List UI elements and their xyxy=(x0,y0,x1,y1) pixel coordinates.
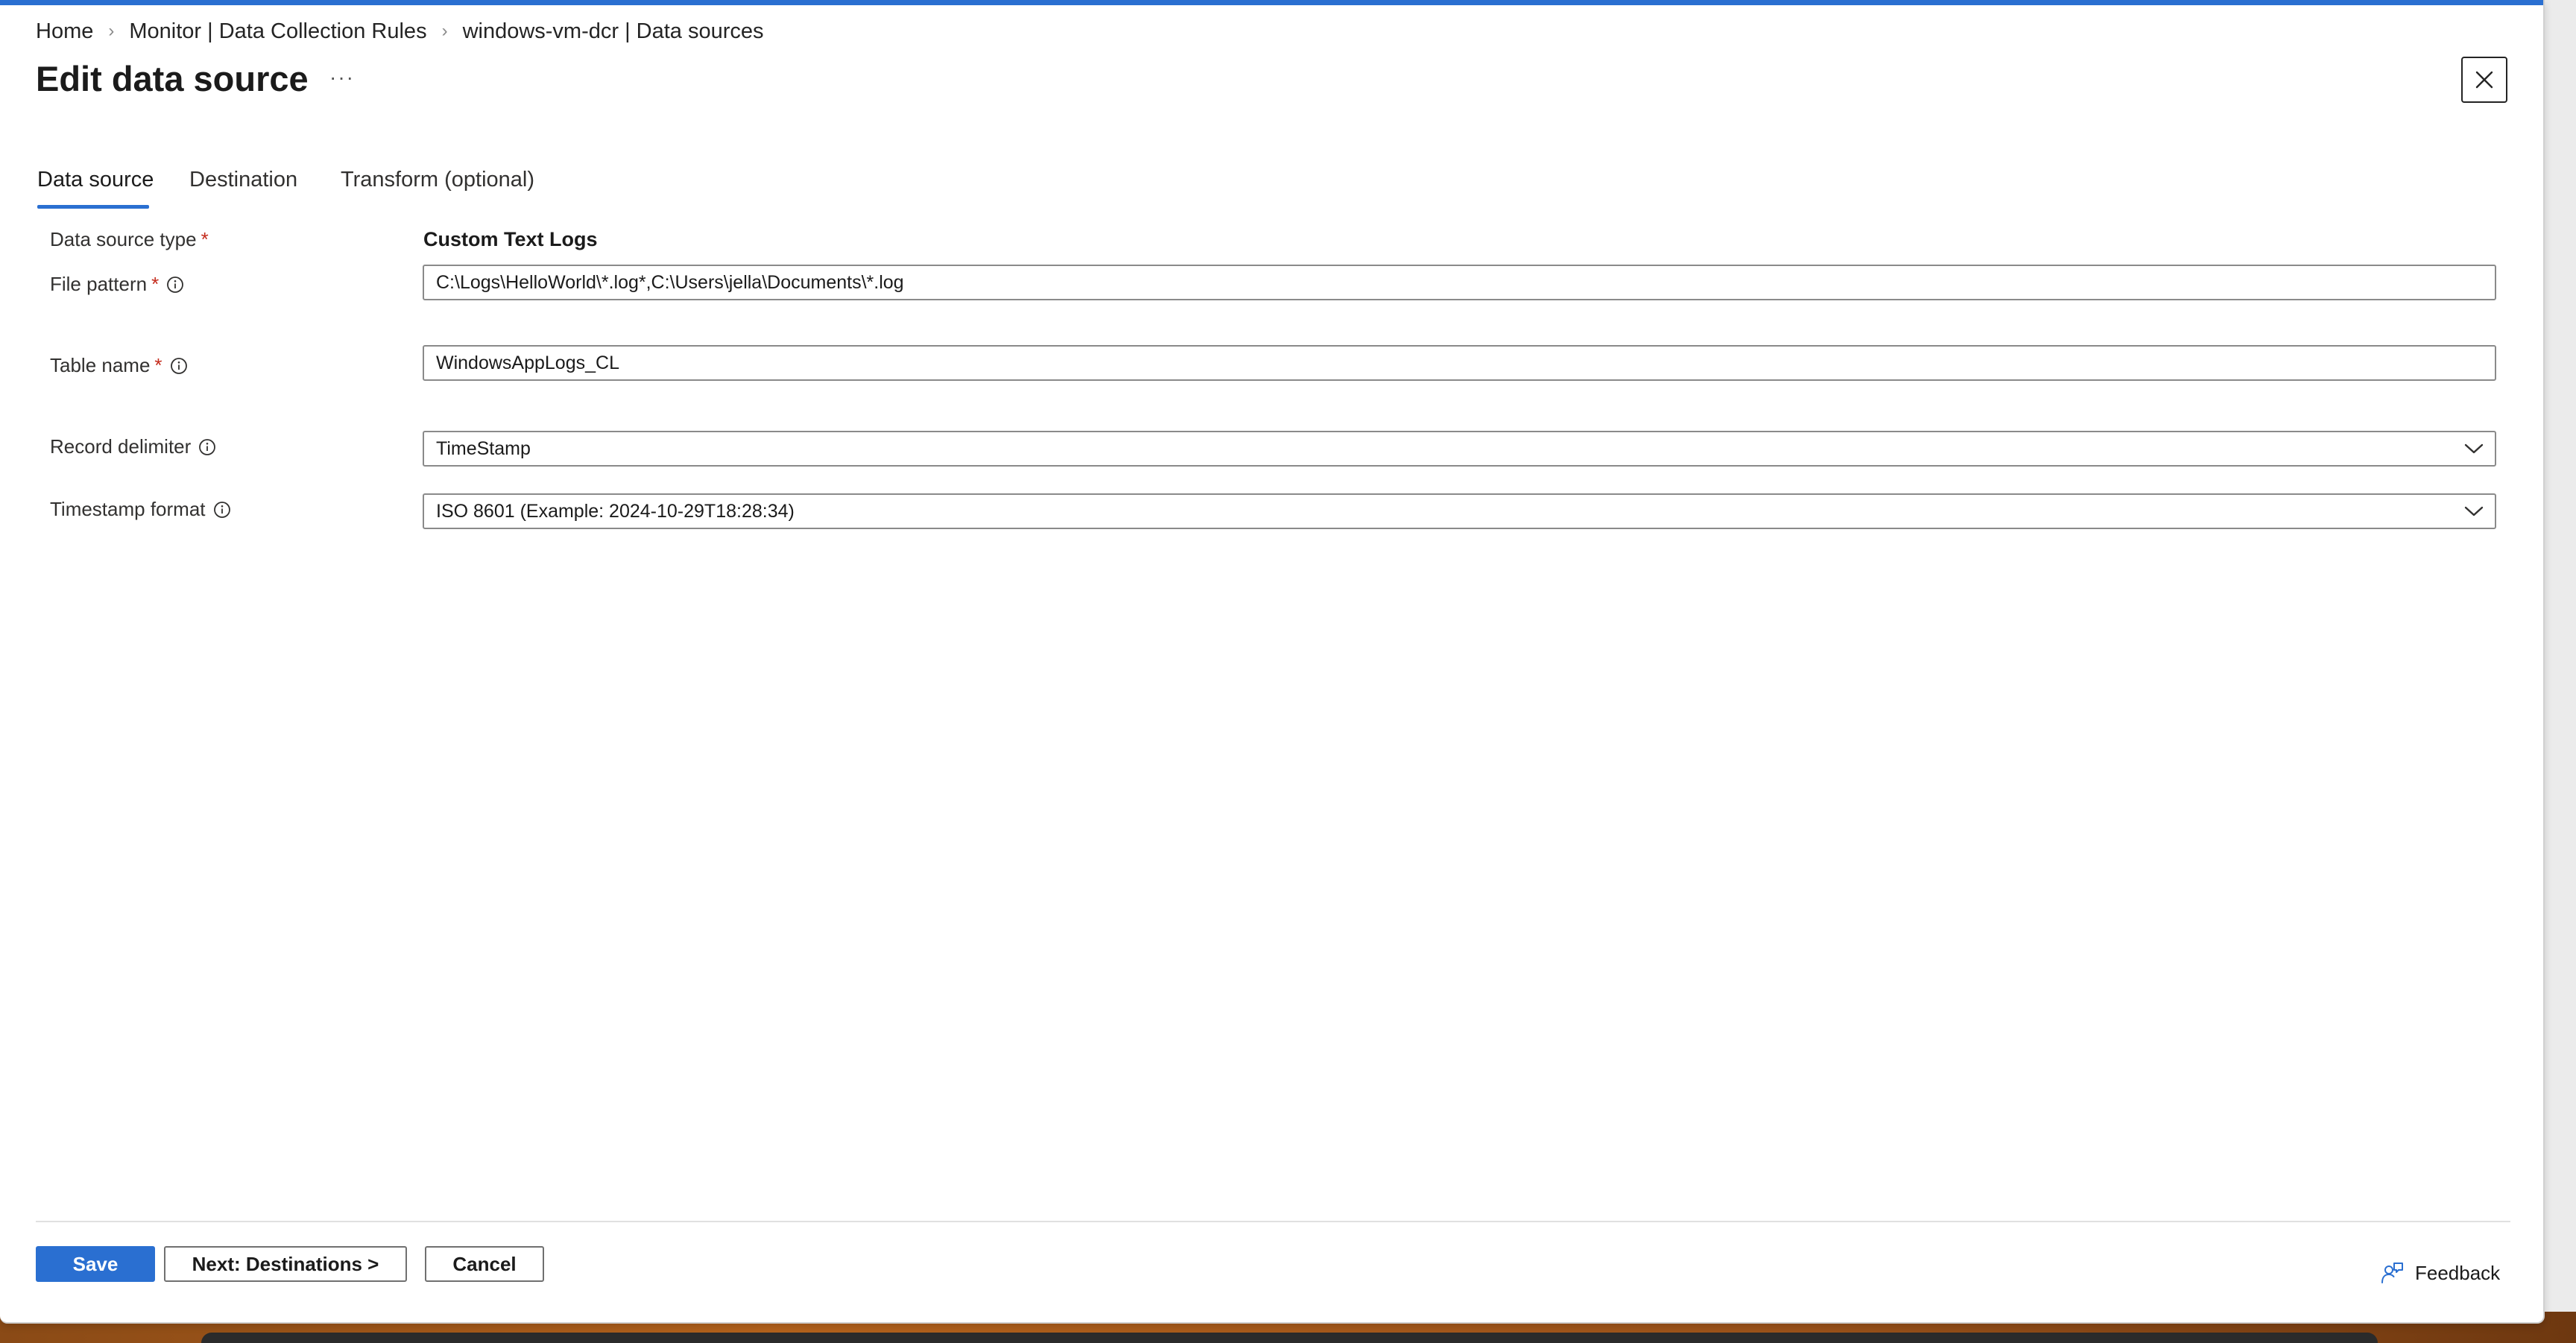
breadcrumb-data-sources[interactable]: windows-vm-dcr | Data sources xyxy=(463,19,764,44)
chevron-down-icon xyxy=(2464,506,2484,516)
table-name-input[interactable] xyxy=(423,345,2496,381)
more-options-button[interactable]: ··· xyxy=(329,66,355,89)
file-pattern-label: File pattern * xyxy=(50,273,184,296)
background-gutter xyxy=(2543,0,2576,1312)
table-name-label: Table name * xyxy=(50,354,188,377)
close-button[interactable] xyxy=(2461,57,2507,103)
breadcrumb: Home › Monitor | Data Collection Rules ›… xyxy=(36,16,764,46)
record-delimiter-label-text: Record delimiter xyxy=(50,435,192,458)
required-marker: * xyxy=(201,228,209,250)
data-source-type-value: Custom Text Logs xyxy=(423,228,598,250)
timestamp-format-label-text: Timestamp format xyxy=(50,498,206,520)
record-delimiter-label: Record delimiter xyxy=(50,435,216,458)
chevron-down-icon xyxy=(2464,443,2484,454)
breadcrumb-data-collection-rules[interactable]: Monitor | Data Collection Rules xyxy=(129,19,426,44)
info-icon[interactable] xyxy=(213,501,231,519)
feedback-link[interactable]: Feedback xyxy=(2379,1258,2500,1288)
tab-transform[interactable]: Transform (optional) xyxy=(341,168,534,192)
feedback-label: Feedback xyxy=(2415,1261,2501,1284)
required-marker: * xyxy=(151,273,160,295)
info-icon[interactable] xyxy=(166,276,184,294)
file-pattern-label-text: File pattern xyxy=(50,273,148,295)
file-pattern-input[interactable] xyxy=(423,265,2496,300)
breadcrumb-separator: › xyxy=(108,21,115,41)
active-tab-indicator xyxy=(37,205,149,209)
info-icon[interactable] xyxy=(170,357,188,375)
tab-destination[interactable]: Destination xyxy=(189,168,297,192)
timestamp-format-dropdown[interactable]: ISO 8601 (Example: 2024-10-29T18:28:34) xyxy=(423,493,2496,529)
taskbar xyxy=(201,1333,2378,1343)
next-destinations-button[interactable]: Next: Destinations > xyxy=(164,1246,407,1282)
info-icon[interactable] xyxy=(198,438,216,456)
close-icon xyxy=(2475,71,2493,89)
tab-data-source[interactable]: Data source xyxy=(37,168,154,192)
data-source-type-label: Data source type * xyxy=(50,228,209,251)
data-source-type-label-text: Data source type xyxy=(50,228,197,250)
breadcrumb-separator: › xyxy=(441,21,448,41)
footer-divider xyxy=(36,1221,2510,1222)
feedback-icon xyxy=(2381,1263,2403,1283)
record-delimiter-dropdown[interactable]: TimeStamp xyxy=(423,431,2496,467)
record-delimiter-value: TimeStamp xyxy=(436,437,531,459)
edit-data-source-panel: Home › Monitor | Data Collection Rules ›… xyxy=(0,0,2545,1324)
save-button[interactable]: Save xyxy=(36,1246,155,1282)
breadcrumb-home[interactable]: Home xyxy=(36,19,93,44)
page-title: Edit data source xyxy=(36,59,309,98)
screen: Home › Monitor | Data Collection Rules ›… xyxy=(0,0,2576,1343)
timestamp-format-value: ISO 8601 (Example: 2024-10-29T18:28:34) xyxy=(436,500,795,522)
timestamp-format-label: Timestamp format xyxy=(50,498,231,521)
required-marker: * xyxy=(154,354,162,376)
table-name-label-text: Table name xyxy=(50,354,151,376)
top-accent-bar xyxy=(0,0,2543,5)
cancel-button[interactable]: Cancel xyxy=(425,1246,544,1282)
